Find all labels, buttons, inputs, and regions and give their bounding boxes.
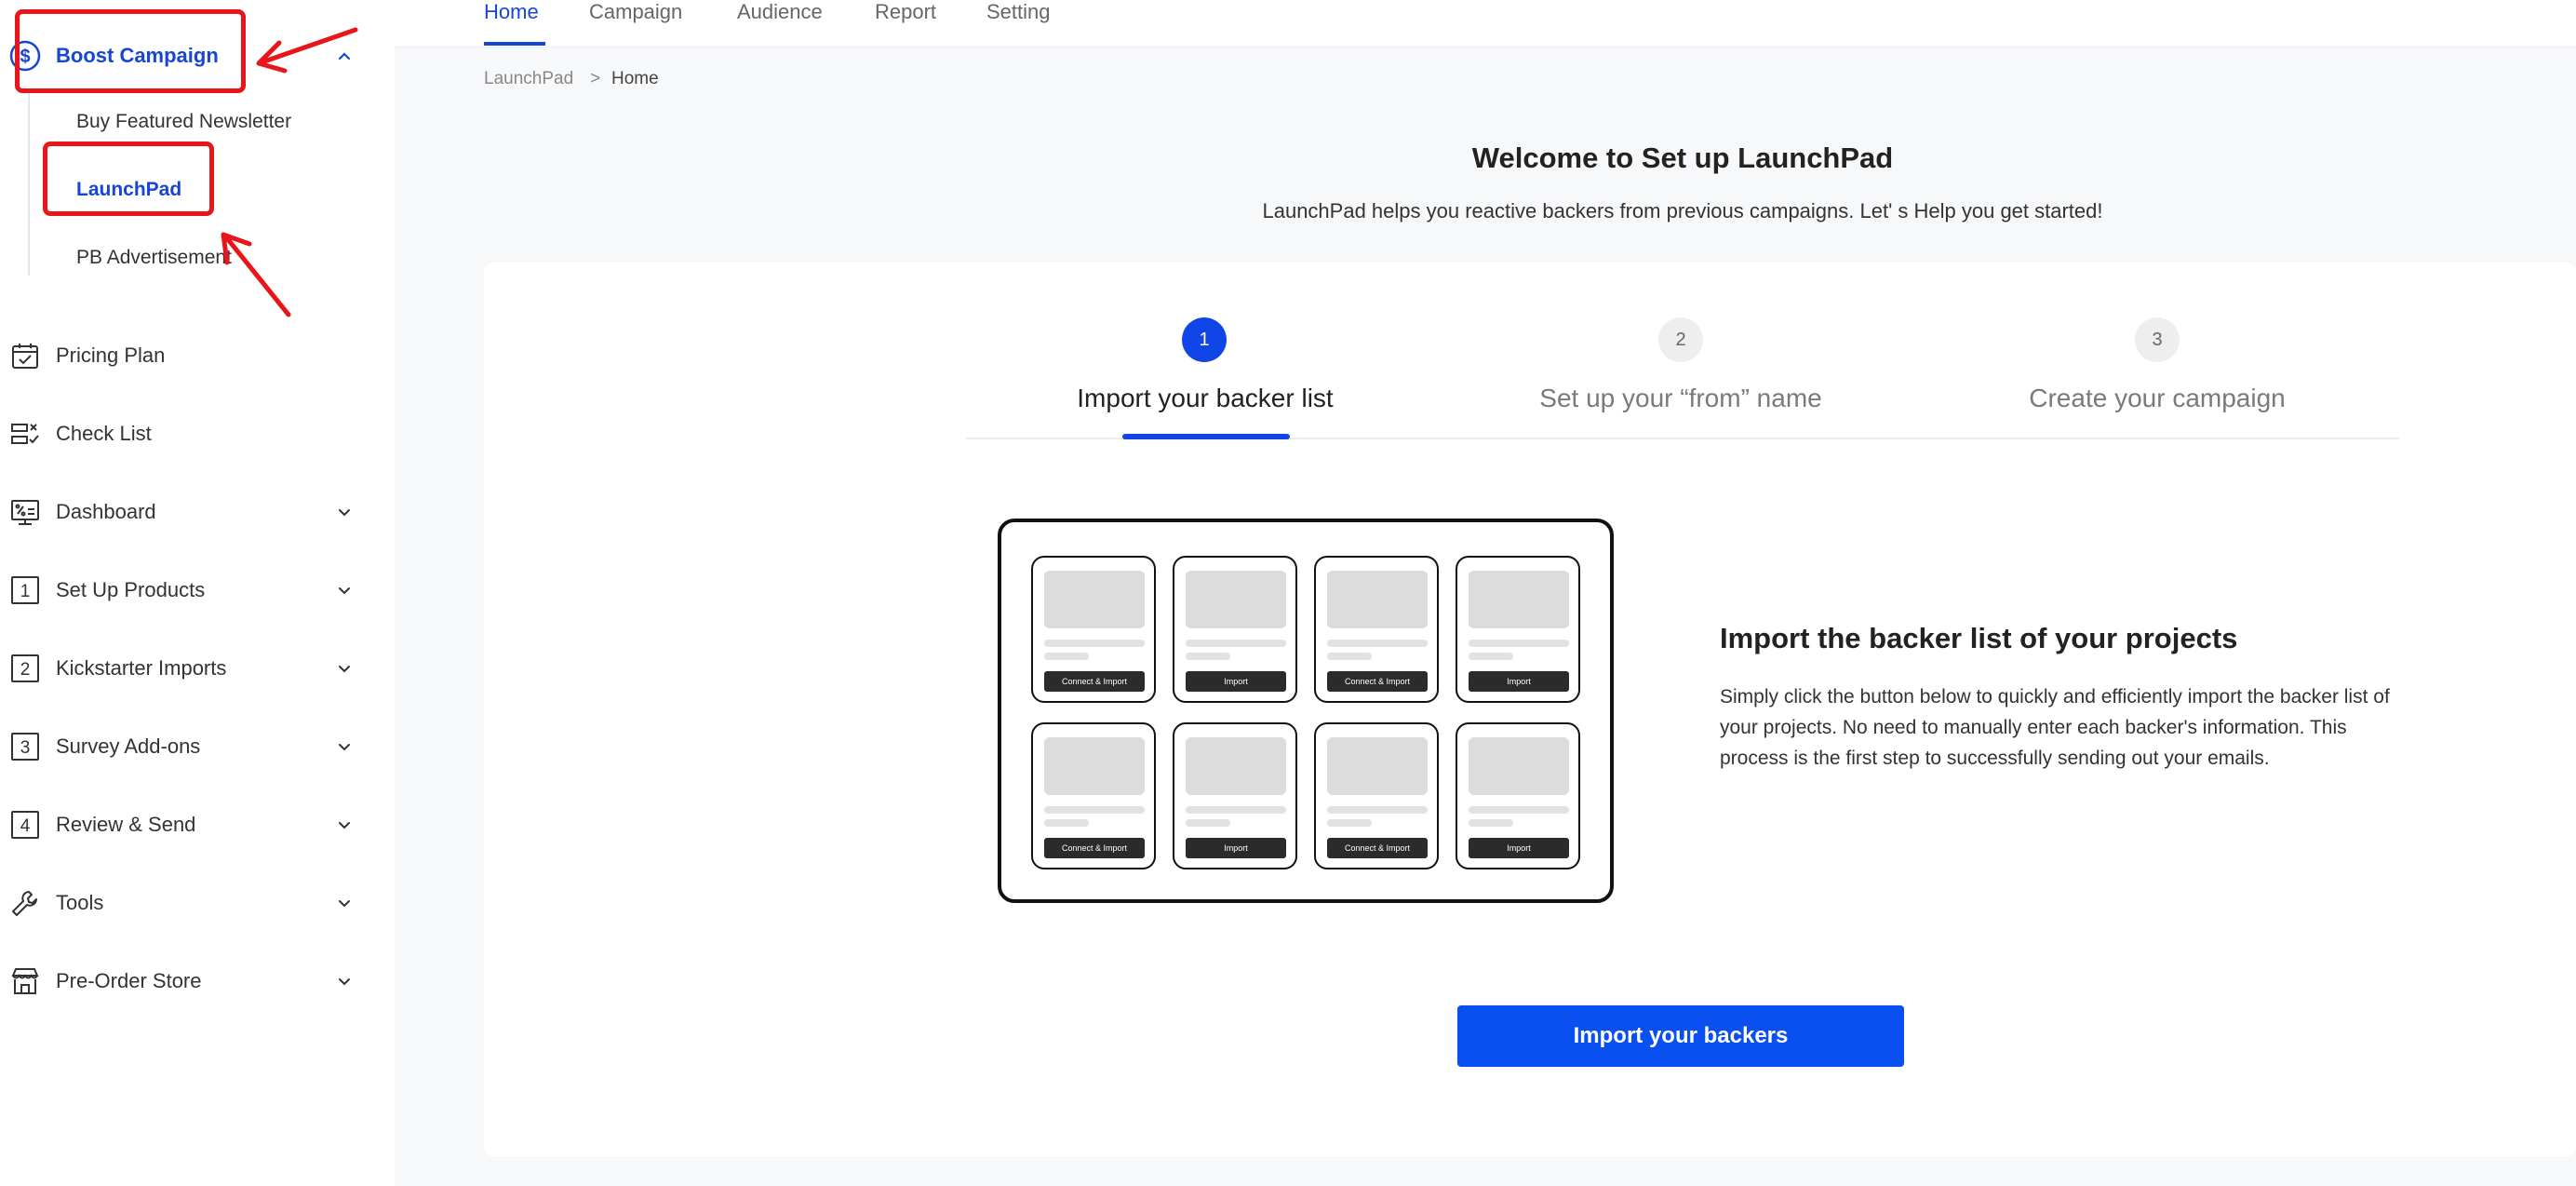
import-illustration: Connect & Import Import Connect & Import…: [998, 519, 1614, 903]
breadcrumb-current: Home: [611, 69, 659, 88]
number-1-icon: 1: [9, 574, 41, 606]
svg-text:3: 3: [20, 738, 31, 758]
step-3-circle[interactable]: 3: [2135, 317, 2180, 362]
calendar-check-icon: [9, 340, 41, 371]
import-section-description: Simply click the button below to quickly…: [1720, 686, 2390, 769]
number-2-icon: 2: [9, 653, 41, 684]
checklist-icon: [9, 418, 41, 450]
svg-text:4: 4: [20, 816, 31, 836]
illustration-card: Import: [1456, 556, 1580, 703]
illustration-card: Connect & Import: [1031, 556, 1156, 703]
sidebar-item-label: Dashboard: [56, 500, 156, 523]
illustration-card: Connect & Import: [1314, 556, 1439, 703]
tab-active-indicator: [484, 42, 545, 46]
step-2-label[interactable]: Set up your “from” name: [1467, 384, 1895, 413]
chevron-down-icon[interactable]: [335, 503, 354, 521]
step-1-label[interactable]: Import your backer list: [991, 384, 1419, 413]
chevron-down-icon[interactable]: [335, 894, 354, 912]
import-section-title: Import the backer list of your projects: [1720, 622, 2238, 654]
sidebar-item-dashboard[interactable]: Dashboard: [0, 484, 372, 540]
sidebar-item-label: Survey Add-ons: [56, 735, 201, 758]
tab-campaign[interactable]: Campaign: [589, 0, 682, 24]
illustration-card-button: Connect & Import: [1327, 838, 1428, 858]
step-2-circle[interactable]: 2: [1658, 317, 1703, 362]
breadcrumb-root[interactable]: LaunchPad: [484, 69, 573, 89]
sidebar-item-label: Check List: [56, 422, 152, 445]
chevron-down-icon[interactable]: [335, 659, 354, 678]
stepper-active-indicator: [1122, 434, 1290, 439]
tab-audience[interactable]: Audience: [737, 0, 823, 24]
tab-setting[interactable]: Setting: [986, 0, 1051, 24]
breadcrumb-separator: >: [590, 69, 601, 88]
illustration-card-button: Import: [1186, 838, 1286, 858]
chevron-down-icon[interactable]: [335, 815, 354, 834]
illustration-card-button: Import: [1186, 671, 1286, 692]
illustration-card-button: Connect & Import: [1044, 671, 1145, 692]
sidebar-item-check-list[interactable]: Check List: [0, 406, 372, 462]
sidebar-item-pre-order-store[interactable]: Pre-Order Store: [0, 953, 372, 1009]
annotation-arrow-bottom: [221, 232, 291, 317]
illustration-card: Import: [1456, 722, 1580, 869]
chevron-down-icon[interactable]: [335, 737, 354, 756]
wrench-icon: [9, 887, 41, 919]
top-navigation: [395, 0, 2576, 47]
storefront-icon: [9, 965, 41, 997]
illustration-card: Import: [1173, 556, 1297, 703]
illustration-card: Import: [1173, 722, 1297, 869]
illustration-card-button: Connect & Import: [1327, 671, 1428, 692]
import-backers-button[interactable]: Import your backers: [1457, 1005, 1904, 1067]
monitor-chart-icon: [9, 496, 41, 528]
svg-text:2: 2: [20, 660, 31, 680]
page-title: Welcome to Set up LaunchPad: [1471, 142, 1894, 174]
step-3-label[interactable]: Create your campaign: [1943, 384, 2371, 413]
page-subtitle: LaunchPad helps you reactive backers fro…: [1262, 199, 2103, 222]
chevron-down-icon[interactable]: [335, 972, 354, 991]
illustration-card-button: Import: [1469, 671, 1569, 692]
sidebar-item-label: Tools: [56, 891, 104, 914]
step-1-circle[interactable]: 1: [1182, 317, 1227, 362]
sidebar-item-set-up-products[interactable]: 1 Set Up Products: [0, 562, 372, 618]
tab-report[interactable]: Report: [875, 0, 936, 24]
tab-home[interactable]: Home: [484, 0, 539, 24]
sidebar-item-survey-add-ons[interactable]: 3 Survey Add-ons: [0, 719, 372, 775]
chevron-down-icon[interactable]: [335, 581, 354, 600]
sidebar-item-label: Set Up Products: [56, 578, 206, 601]
illustration-card: Connect & Import: [1314, 722, 1439, 869]
annotation-arrows: [221, 27, 358, 317]
illustration-card-button: Import: [1469, 838, 1569, 858]
sidebar-item-review-send[interactable]: 4 Review & Send: [0, 797, 372, 853]
annotation-arrow-top: [256, 27, 358, 74]
illustration-card-button: Connect & Import: [1044, 838, 1145, 858]
sidebar-item-kickstarter-imports[interactable]: 2 Kickstarter Imports: [0, 640, 372, 696]
svg-text:1: 1: [20, 582, 31, 601]
number-3-icon: 3: [9, 731, 41, 762]
sidebar-item-label: Pricing Plan: [56, 344, 166, 367]
sidebar-item-pricing-plan[interactable]: Pricing Plan: [0, 328, 372, 384]
number-4-icon: 4: [9, 809, 41, 841]
sidebar-item-label: Pre-Order Store: [56, 969, 202, 992]
sidebar-item-label: Review & Send: [56, 813, 196, 836]
sidebar-item-label: Kickstarter Imports: [56, 656, 227, 680]
sidebar-item-tools[interactable]: Tools: [0, 875, 372, 931]
illustration-card: Connect & Import: [1031, 722, 1156, 869]
